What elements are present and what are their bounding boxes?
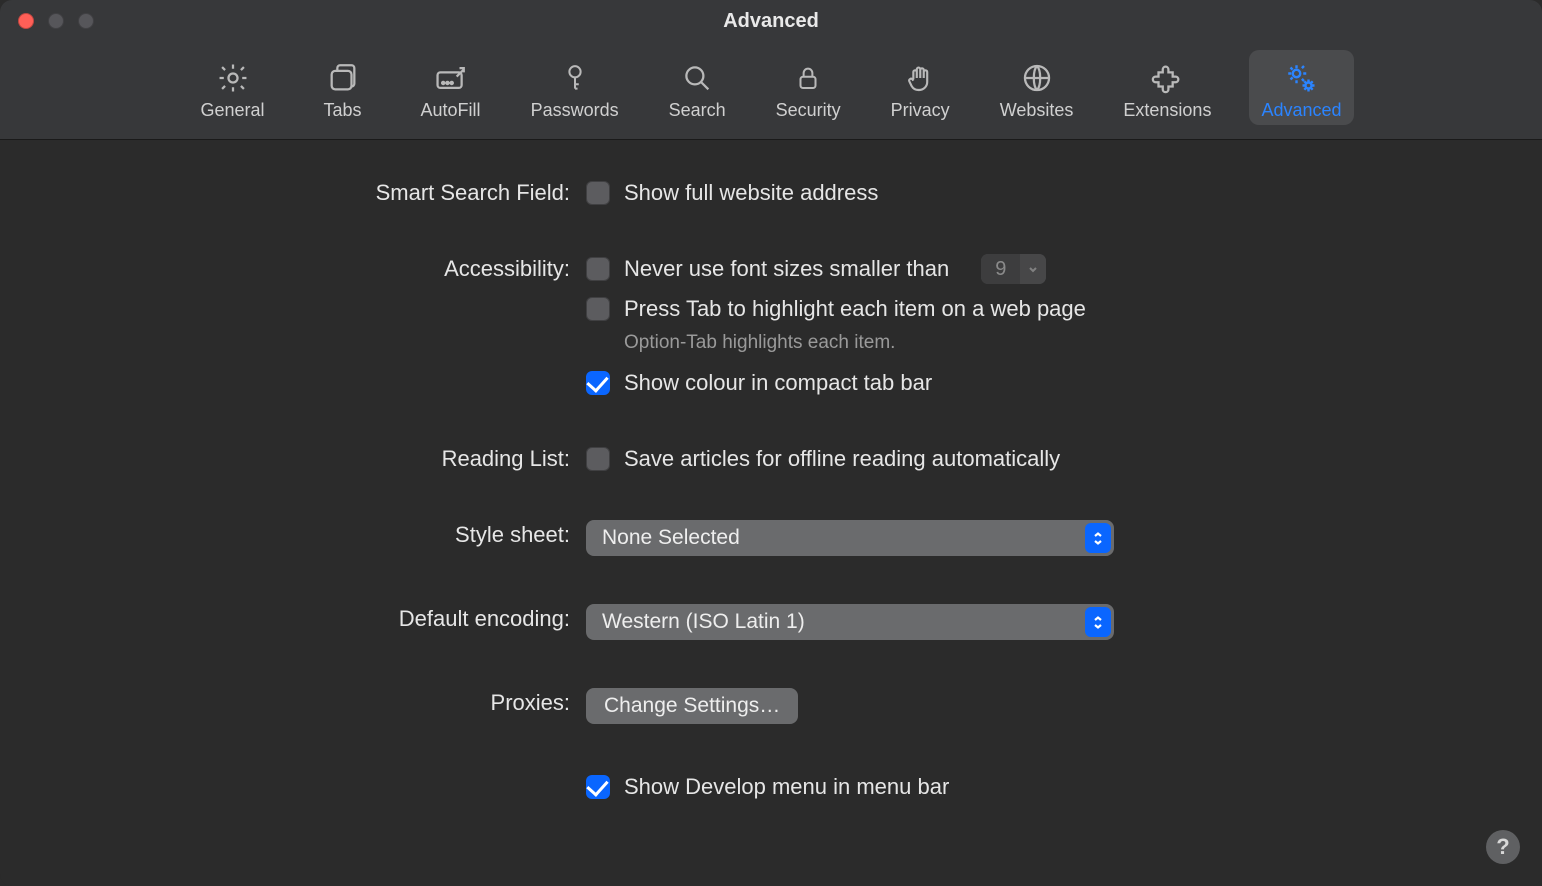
show-full-address-label: Show full website address — [624, 180, 878, 206]
tab-search[interactable]: Search — [657, 50, 738, 125]
tab-label: General — [200, 100, 264, 121]
tab-label: Websites — [1000, 100, 1074, 121]
tab-label: Advanced — [1261, 100, 1341, 121]
tab-label: AutoFill — [421, 100, 481, 121]
tab-privacy[interactable]: Privacy — [879, 50, 962, 125]
preferences-toolbar: General Tabs AutoFill Passwords — [0, 42, 1542, 139]
smart-search-row: Smart Search Field: Show full website ad… — [40, 178, 1502, 208]
tab-advanced[interactable]: Advanced — [1249, 50, 1353, 125]
puzzle-icon — [1147, 58, 1187, 98]
reading-list-row: Reading List: Save articles for offline … — [40, 444, 1502, 474]
titlebar: Advanced General Tabs AutoFill — [0, 0, 1542, 140]
default-encoding-popup[interactable]: Western (ISO Latin 1) — [586, 604, 1114, 640]
develop-menu-checkbox[interactable] — [586, 775, 610, 799]
preferences-window: Advanced General Tabs AutoFill — [0, 0, 1542, 886]
min-font-checkbox[interactable] — [586, 257, 610, 281]
tab-extensions[interactable]: Extensions — [1111, 50, 1223, 125]
tab-label: Tabs — [324, 100, 362, 121]
hand-icon — [900, 58, 940, 98]
tab-label: Passwords — [531, 100, 619, 121]
window-title: Advanced — [0, 10, 1542, 33]
default-encoding-value: Western (ISO Latin 1) — [602, 610, 805, 634]
compact-tab-colour-label: Show colour in compact tab bar — [624, 370, 932, 396]
window-minimize-button[interactable] — [48, 13, 64, 29]
traffic-lights — [0, 13, 94, 29]
change-settings-button[interactable]: Change Settings… — [586, 688, 798, 724]
develop-row: Show Develop menu in menu bar — [40, 772, 1502, 802]
search-icon — [677, 58, 717, 98]
accessibility-label: Accessibility: — [40, 254, 570, 282]
style-sheet-row: Style sheet: None Selected — [40, 520, 1502, 556]
key-icon — [555, 58, 595, 98]
offline-reading-checkbox[interactable] — [586, 447, 610, 471]
offline-reading-label: Save articles for offline reading automa… — [624, 446, 1060, 472]
press-tab-label: Press Tab to highlight each item on a we… — [624, 296, 1086, 322]
tab-security[interactable]: Security — [764, 50, 853, 125]
tab-label: Privacy — [891, 100, 950, 121]
help-button[interactable]: ? — [1486, 830, 1520, 864]
window-close-button[interactable] — [18, 13, 34, 29]
tab-label: Security — [776, 100, 841, 121]
lock-icon — [788, 58, 828, 98]
globe-icon — [1017, 58, 1057, 98]
help-label: ? — [1496, 834, 1509, 860]
gears-icon — [1281, 58, 1321, 98]
min-font-value: 9 — [981, 254, 1020, 284]
show-full-address-checkbox[interactable] — [586, 181, 610, 205]
chevron-down-icon — [1020, 254, 1046, 284]
tab-tabs[interactable]: Tabs — [303, 50, 383, 125]
updown-arrows-icon — [1085, 607, 1111, 637]
style-sheet-popup[interactable]: None Selected — [586, 520, 1114, 556]
tab-passwords[interactable]: Passwords — [519, 50, 631, 125]
style-sheet-value: None Selected — [602, 526, 740, 550]
updown-arrows-icon — [1085, 523, 1111, 553]
window-zoom-button[interactable] — [78, 13, 94, 29]
tab-label: Extensions — [1123, 100, 1211, 121]
min-font-stepper[interactable]: 9 — [981, 254, 1046, 284]
default-encoding-label: Default encoding: — [40, 604, 570, 632]
tabs-icon — [323, 58, 363, 98]
reading-list-label: Reading List: — [40, 444, 570, 472]
proxies-row: Proxies: Change Settings… — [40, 688, 1502, 724]
compact-tab-colour-checkbox[interactable] — [586, 371, 610, 395]
gear-icon — [213, 58, 253, 98]
smart-search-label: Smart Search Field: — [40, 178, 570, 206]
tab-autofill[interactable]: AutoFill — [409, 50, 493, 125]
style-sheet-label: Style sheet: — [40, 520, 570, 548]
develop-menu-label: Show Develop menu in menu bar — [624, 774, 949, 800]
min-font-label: Never use font sizes smaller than — [624, 256, 949, 282]
press-tab-checkbox[interactable] — [586, 297, 610, 321]
tab-websites[interactable]: Websites — [988, 50, 1086, 125]
tab-general[interactable]: General — [188, 50, 276, 125]
advanced-pane: Smart Search Field: Show full website ad… — [0, 140, 1542, 886]
accessibility-row: Accessibility: Never use font sizes smal… — [40, 254, 1502, 398]
proxies-label: Proxies: — [40, 688, 570, 716]
change-settings-label: Change Settings… — [604, 694, 780, 718]
autofill-icon — [431, 58, 471, 98]
press-tab-hint: Option-Tab highlights each item. — [624, 332, 1086, 354]
tab-label: Search — [669, 100, 726, 121]
titlebar-top: Advanced — [0, 0, 1542, 42]
default-encoding-row: Default encoding: Western (ISO Latin 1) — [40, 604, 1502, 640]
